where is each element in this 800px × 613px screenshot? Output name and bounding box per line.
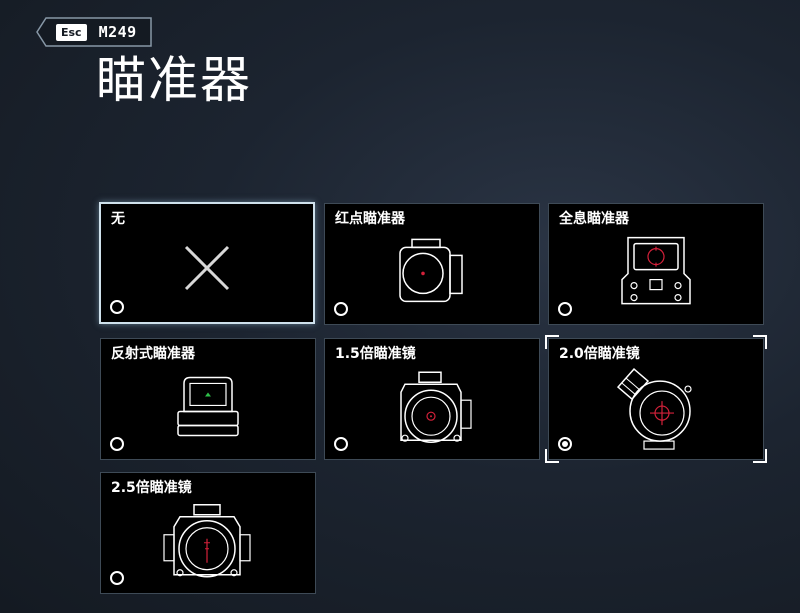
scope-2-5x-icon xyxy=(163,504,251,578)
red-dot-sight-icon xyxy=(399,238,463,303)
option-radio[interactable] xyxy=(110,300,124,314)
selection-bracket xyxy=(545,449,559,463)
selection-bracket xyxy=(753,335,767,349)
none-x-icon xyxy=(184,245,230,291)
option-card-none[interactable]: 无 xyxy=(99,202,315,324)
scope-1-5x-icon xyxy=(400,371,472,443)
esc-key-icon[interactable]: Esc xyxy=(56,23,87,41)
option-label: 无 xyxy=(111,211,125,227)
option-label: 2.5倍瞄准镜 xyxy=(111,480,192,496)
option-label: 1.5倍瞄准镜 xyxy=(335,346,416,362)
page-title: 瞄准器 xyxy=(96,51,252,109)
option-card-reflex[interactable]: 反射式瞄准器 xyxy=(100,338,316,460)
option-label: 全息瞄准器 xyxy=(559,211,629,227)
option-card-red-dot[interactable]: 红点瞄准器 xyxy=(324,203,540,325)
weapon-name: M249 xyxy=(98,23,137,41)
option-radio[interactable] xyxy=(334,437,348,451)
option-card-scope-1-5x[interactable]: 1.5倍瞄准镜 xyxy=(324,338,540,460)
holographic-sight-icon xyxy=(621,236,691,305)
reflex-sight-icon xyxy=(177,376,239,437)
option-radio[interactable] xyxy=(110,437,124,451)
scope-2-0x-icon xyxy=(616,368,692,450)
option-label: 2.0倍瞄准镜 xyxy=(559,346,640,362)
option-card-scope-2-0x[interactable]: 2.0倍瞄准镜 xyxy=(545,335,767,463)
option-radio[interactable] xyxy=(558,302,572,316)
option-label: 红点瞄准器 xyxy=(335,211,405,227)
option-label: 反射式瞄准器 xyxy=(111,346,195,362)
option-radio[interactable] xyxy=(334,302,348,316)
back-badge[interactable]: Esc M249 xyxy=(36,17,153,47)
selection-bracket xyxy=(545,335,559,349)
option-radio-selected[interactable] xyxy=(558,437,572,451)
option-card-scope-2-5x[interactable]: 2.5倍瞄准镜 xyxy=(100,472,316,594)
option-radio[interactable] xyxy=(110,571,124,585)
selection-bracket xyxy=(753,449,767,463)
option-card-holographic[interactable]: 全息瞄准器 xyxy=(548,203,764,325)
